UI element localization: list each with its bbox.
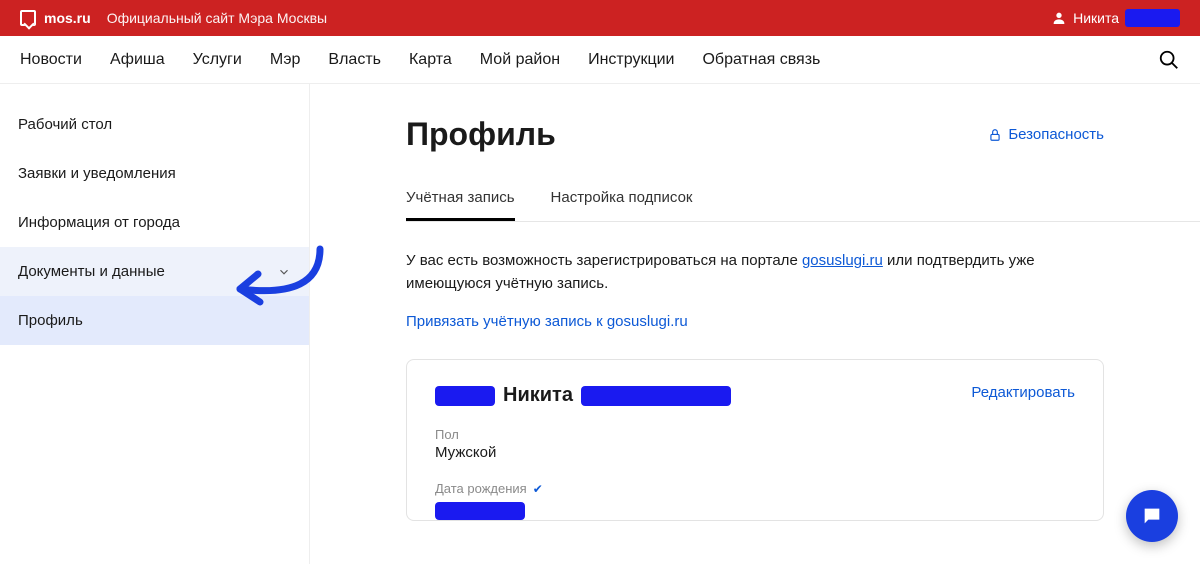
security-link[interactable]: Безопасность bbox=[988, 126, 1104, 143]
redacted-block bbox=[581, 386, 731, 406]
bind-account-link[interactable]: Привязать учётную запись к gosuslugi.ru bbox=[406, 313, 688, 330]
chat-fab[interactable] bbox=[1126, 490, 1178, 542]
nav-item-government[interactable]: Власть bbox=[328, 51, 381, 69]
nav-item-feedback[interactable]: Обратная связь bbox=[702, 51, 820, 69]
verified-check-icon: ✔ bbox=[533, 482, 543, 496]
sidebar-item-label: Заявки и уведомления bbox=[18, 165, 176, 182]
topbar-brand[interactable]: mos.ru Официальный сайт Мэра Москвы bbox=[20, 10, 327, 26]
nav-item-services[interactable]: Услуги bbox=[193, 51, 242, 69]
search-icon[interactable] bbox=[1158, 49, 1180, 71]
user-icon bbox=[1051, 10, 1067, 26]
user-name: Никита bbox=[1073, 10, 1119, 26]
tab-subscriptions[interactable]: Настройка подписок bbox=[551, 181, 693, 221]
redacted-surname bbox=[1125, 9, 1180, 27]
topbar-user[interactable]: Никита bbox=[1051, 9, 1180, 27]
field-dob-label: Дата рождения bbox=[435, 481, 527, 496]
speech-bubble-icon bbox=[20, 10, 36, 26]
tab-account[interactable]: Учётная запись bbox=[406, 181, 515, 221]
gosuslugi-link[interactable]: gosuslugi.ru bbox=[802, 252, 883, 269]
page-title: Профиль bbox=[406, 116, 556, 153]
nav-item-mayor[interactable]: Мэр bbox=[270, 51, 301, 69]
topbar-subtitle: Официальный сайт Мэра Москвы bbox=[107, 10, 327, 26]
nav-item-news[interactable]: Новости bbox=[20, 51, 82, 69]
tab-label: Настройка подписок bbox=[551, 189, 693, 206]
main-nav: Новости Афиша Услуги Мэр Власть Карта Мо… bbox=[0, 36, 1200, 84]
redacted-dob bbox=[435, 502, 525, 520]
tab-label: Учётная запись bbox=[406, 189, 515, 206]
nav-item-district[interactable]: Мой район bbox=[480, 51, 560, 69]
logo-text: mos.ru bbox=[44, 10, 91, 26]
profile-first-name: Никита bbox=[503, 384, 573, 407]
info-text: У вас есть возможность зарегистрироватьс… bbox=[406, 250, 1200, 295]
info-text-before: У вас есть возможность зарегистрироватьс… bbox=[406, 252, 802, 269]
tabs: Учётная запись Настройка подписок bbox=[406, 181, 1200, 222]
nav-item-instructions[interactable]: Инструкции bbox=[588, 51, 674, 69]
field-gender-value: Мужской bbox=[435, 444, 1075, 461]
sidebar-item-label: Профиль bbox=[18, 312, 83, 329]
sidebar: Рабочий стол Заявки и уведомления Информ… bbox=[0, 84, 310, 564]
sidebar-item-label: Документы и данные bbox=[18, 263, 165, 280]
content: Профиль Безопасность Учётная запись Наст… bbox=[310, 84, 1200, 564]
lock-icon bbox=[988, 128, 1002, 142]
sidebar-item-label: Информация от города bbox=[18, 214, 180, 231]
sidebar-item-profile[interactable]: Профиль bbox=[0, 296, 309, 345]
sidebar-item-requests[interactable]: Заявки и уведомления bbox=[0, 149, 309, 198]
nav-item-afisha[interactable]: Афиша bbox=[110, 51, 165, 69]
field-gender-label: Пол bbox=[435, 427, 1075, 442]
profile-card: Никита Редактировать Пол Мужской Дата ро… bbox=[406, 359, 1104, 521]
sidebar-item-documents[interactable]: Документы и данные bbox=[0, 247, 309, 296]
profile-full-name: Никита bbox=[435, 384, 731, 407]
sidebar-item-label: Рабочий стол bbox=[18, 116, 112, 133]
redacted-block bbox=[435, 386, 495, 406]
nav-item-map[interactable]: Карта bbox=[409, 51, 452, 69]
sidebar-item-cityinfo[interactable]: Информация от города bbox=[0, 198, 309, 247]
chat-icon bbox=[1141, 505, 1163, 527]
edit-link[interactable]: Редактировать bbox=[971, 384, 1075, 401]
security-label: Безопасность bbox=[1008, 126, 1104, 143]
chevron-down-icon bbox=[277, 265, 291, 279]
sidebar-item-desktop[interactable]: Рабочий стол bbox=[0, 100, 309, 149]
topbar: mos.ru Официальный сайт Мэра Москвы Ники… bbox=[0, 0, 1200, 36]
